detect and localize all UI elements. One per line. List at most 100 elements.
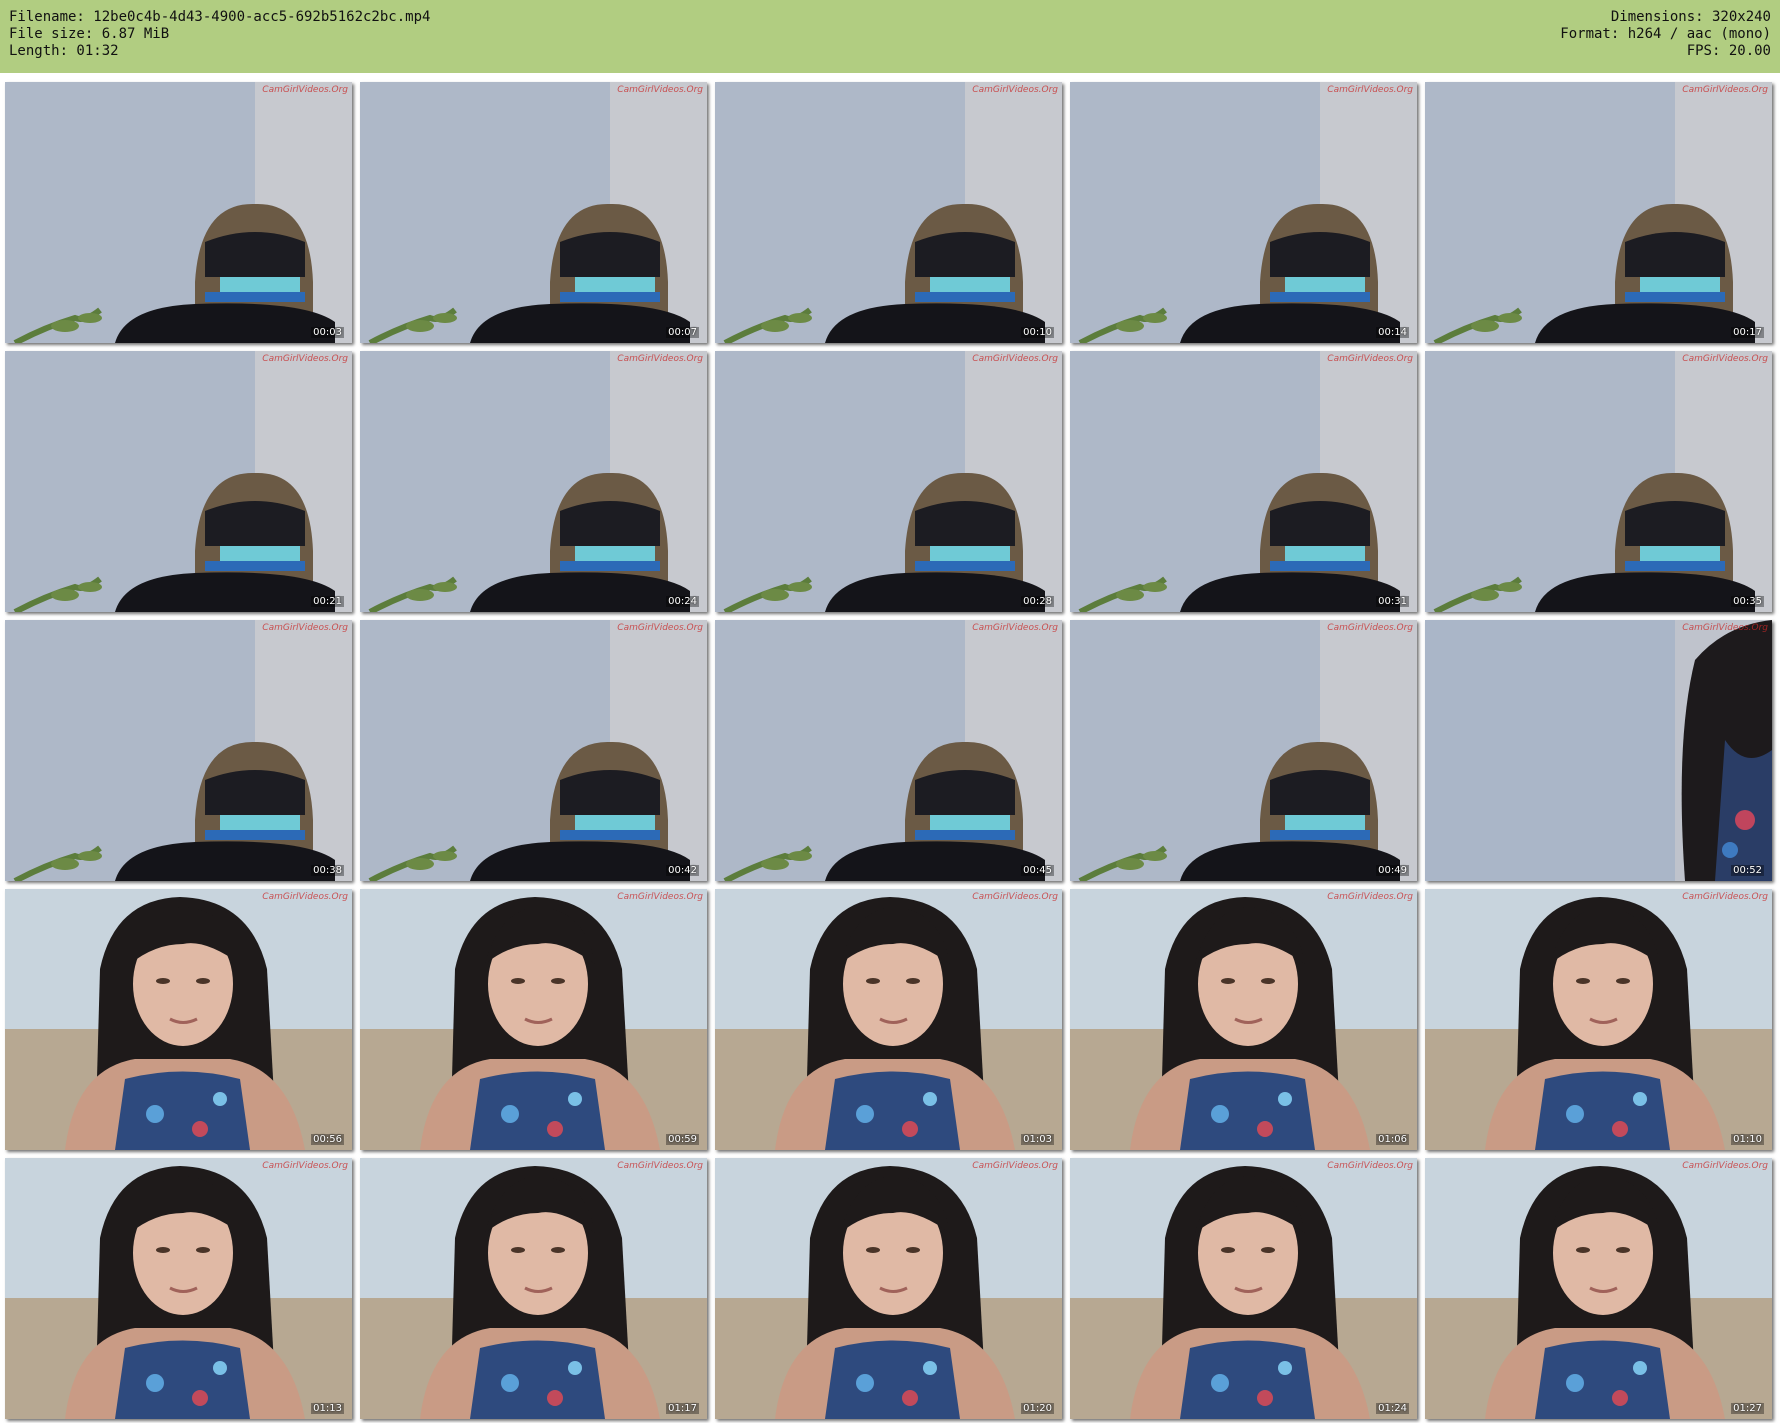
watermark-logo: CamGirlVideos.Org [1327, 892, 1413, 902]
thumbnail-frame: CamGirlVideos.Org 00:03 [5, 82, 352, 343]
timestamp-label: 00:52 [1731, 865, 1764, 876]
watermark-logo: CamGirlVideos.Org [972, 1161, 1058, 1171]
fps-text: FPS: 20.00 [1686, 43, 1771, 59]
frame-image [715, 82, 1062, 343]
frame-image [1070, 1158, 1417, 1419]
thumbnail-frame: CamGirlVideos.Org 00:17 [1425, 82, 1772, 343]
watermark-logo: CamGirlVideos.Org [1327, 623, 1413, 633]
frame-image [5, 82, 352, 343]
frame-image [1070, 620, 1417, 881]
frame-image [5, 889, 352, 1150]
watermark-logo: CamGirlVideos.Org [262, 1161, 348, 1171]
thumbnail-frame: CamGirlVideos.Org 00:31 [1070, 351, 1417, 612]
watermark-logo: CamGirlVideos.Org [972, 892, 1058, 902]
file-info-right: Dimensions: 320x240 Format: h264 / aac (… [1560, 9, 1771, 60]
filename-text: Filename: 12be0c4b-4d43-4900-acc5-692b51… [9, 9, 431, 25]
timestamp-label: 00:35 [1731, 596, 1764, 607]
thumbnail-frame: CamGirlVideos.Org 00:21 [5, 351, 352, 612]
thumbnail-grid: CamGirlVideos.Org 00:03 CamGirlVideos.Org… [5, 82, 1772, 1419]
timestamp-label: 01:10 [1731, 1134, 1764, 1145]
thumbnail-frame: CamGirlVideos.Org 00:56 [5, 889, 352, 1150]
timestamp-label: 00:17 [1731, 327, 1764, 338]
watermark-logo: CamGirlVideos.Org [1327, 1161, 1413, 1171]
watermark-logo: CamGirlVideos.Org [617, 892, 703, 902]
thumbnail-frame: CamGirlVideos.Org 00:59 [360, 889, 707, 1150]
timestamp-label: 01:24 [1376, 1403, 1409, 1414]
frame-image [360, 620, 707, 881]
thumbnail-frame: CamGirlVideos.Org 01:20 [715, 1158, 1062, 1419]
frame-image [715, 889, 1062, 1150]
timestamp-label: 00:59 [666, 1134, 699, 1145]
frame-image [360, 82, 707, 343]
thumbnail-frame: CamGirlVideos.Org 01:03 [715, 889, 1062, 1150]
thumbnail-frame: CamGirlVideos.Org 01:13 [5, 1158, 352, 1419]
timestamp-label: 00:24 [666, 596, 699, 607]
watermark-logo: CamGirlVideos.Org [617, 354, 703, 364]
timestamp-label: 00:42 [666, 865, 699, 876]
frame-image [1425, 1158, 1772, 1419]
timestamp-label: 00:56 [311, 1134, 344, 1145]
frame-image [715, 620, 1062, 881]
watermark-logo: CamGirlVideos.Org [262, 354, 348, 364]
watermark-logo: CamGirlVideos.Org [617, 623, 703, 633]
timestamp-label: 00:45 [1021, 865, 1054, 876]
dimensions-text: Dimensions: 320x240 [1610, 9, 1771, 25]
thumbnail-frame: CamGirlVideos.Org 00:28 [715, 351, 1062, 612]
thumbnail-frame: CamGirlVideos.Org 00:10 [715, 82, 1062, 343]
timestamp-label: 01:03 [1021, 1134, 1054, 1145]
frame-image [1425, 351, 1772, 612]
frame-image [5, 1158, 352, 1419]
thumbnail-frame: CamGirlVideos.Org 00:24 [360, 351, 707, 612]
frame-image [715, 1158, 1062, 1419]
thumbnail-frame: CamGirlVideos.Org 00:14 [1070, 82, 1417, 343]
thumbnail-frame: CamGirlVideos.Org 01:24 [1070, 1158, 1417, 1419]
watermark-logo: CamGirlVideos.Org [617, 85, 703, 95]
thumbnail-frame: CamGirlVideos.Org 01:06 [1070, 889, 1417, 1150]
length-text: Length: 01:32 [9, 43, 119, 59]
timestamp-label: 00:14 [1376, 327, 1409, 338]
frame-image [1070, 82, 1417, 343]
frame-image [715, 351, 1062, 612]
thumbnail-frame: CamGirlVideos.Org 00:49 [1070, 620, 1417, 881]
timestamp-label: 00:21 [311, 596, 344, 607]
timestamp-label: 00:31 [1376, 596, 1409, 607]
frame-image [360, 351, 707, 612]
watermark-logo: CamGirlVideos.Org [972, 85, 1058, 95]
thumbnail-frame: CamGirlVideos.Org 01:17 [360, 1158, 707, 1419]
watermark-logo: CamGirlVideos.Org [617, 1161, 703, 1171]
watermark-logo: CamGirlVideos.Org [262, 85, 348, 95]
frame-image [360, 889, 707, 1150]
watermark-logo: CamGirlVideos.Org [1682, 892, 1768, 902]
thumbnail-frame: CamGirlVideos.Org 00:35 [1425, 351, 1772, 612]
thumbnail-frame: CamGirlVideos.Org 00:07 [360, 82, 707, 343]
thumbnail-frame: CamGirlVideos.Org 00:42 [360, 620, 707, 881]
watermark-logo: CamGirlVideos.Org [1682, 1161, 1768, 1171]
timestamp-label: 01:06 [1376, 1134, 1409, 1145]
timestamp-label: 00:28 [1021, 596, 1054, 607]
timestamp-label: 00:10 [1021, 327, 1054, 338]
timestamp-label: 01:20 [1021, 1403, 1054, 1414]
info-header: Filename: 12be0c4b-4d43-4900-acc5-692b51… [0, 0, 1780, 73]
frame-image [360, 1158, 707, 1419]
watermark-logo: CamGirlVideos.Org [972, 623, 1058, 633]
format-text: Format: h264 / aac (mono) [1560, 26, 1771, 42]
timestamp-label: 01:13 [311, 1403, 344, 1414]
frame-image [1070, 351, 1417, 612]
timestamp-label: 00:07 [666, 327, 699, 338]
watermark-logo: CamGirlVideos.Org [1682, 623, 1768, 633]
frame-image [5, 620, 352, 881]
filesize-text: File size: 6.87 MiB [9, 26, 170, 42]
watermark-logo: CamGirlVideos.Org [1682, 354, 1768, 364]
thumbnail-frame: CamGirlVideos.Org 00:52 [1425, 620, 1772, 881]
timestamp-label: 00:49 [1376, 865, 1409, 876]
timestamp-label: 01:17 [666, 1403, 699, 1414]
thumbnail-frame: CamGirlVideos.Org 01:10 [1425, 889, 1772, 1150]
timestamp-label: 00:03 [311, 327, 344, 338]
frame-image [1070, 889, 1417, 1150]
frame-image [1425, 889, 1772, 1150]
watermark-logo: CamGirlVideos.Org [972, 354, 1058, 364]
watermark-logo: CamGirlVideos.Org [1327, 85, 1413, 95]
watermark-logo: CamGirlVideos.Org [262, 892, 348, 902]
frame-image [5, 351, 352, 612]
thumbnail-frame: CamGirlVideos.Org 00:45 [715, 620, 1062, 881]
